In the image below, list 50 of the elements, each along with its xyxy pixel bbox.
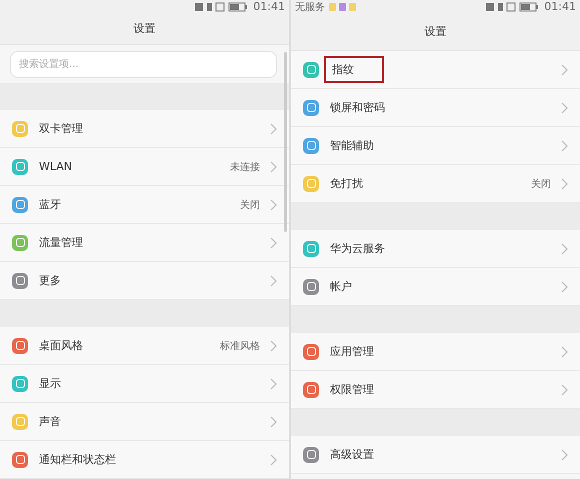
item-label: 蓝牙: [38, 197, 62, 213]
search-field[interactable]: 搜索设置项...: [10, 51, 277, 78]
chevron-icon: [270, 198, 277, 210]
item-value: 关闭: [240, 198, 260, 212]
chevron-icon: [270, 274, 277, 286]
item-label: WLAN: [38, 159, 74, 175]
item-label: 华为云服务: [329, 241, 386, 257]
chevron-icon: [270, 122, 277, 134]
chevron-icon: [270, 340, 277, 352]
item-label: 流量管理: [38, 235, 84, 251]
carrier-text: 无服务: [295, 0, 325, 14]
chevron-icon: [561, 64, 568, 76]
item-label: 显示: [38, 376, 62, 392]
chevron-icon: [270, 416, 277, 428]
item-label: 应用管理: [329, 344, 375, 360]
item-label: 高级设置: [329, 447, 375, 463]
item-label: 双卡管理: [38, 121, 84, 137]
item-label: 桌面风格: [38, 338, 84, 354]
item-value: 未连接: [230, 160, 260, 174]
chevron-icon: [270, 454, 277, 466]
item-label: 帐户: [329, 279, 353, 295]
chevron-icon: [561, 178, 568, 190]
chevron-icon: [561, 384, 568, 396]
chevron-icon: [561, 140, 568, 152]
chevron-icon: [561, 280, 568, 292]
page-title: 设置: [0, 13, 289, 45]
chevron-icon: [561, 346, 568, 358]
item-label: 智能辅助: [329, 138, 375, 154]
item-label: 更多: [38, 273, 62, 289]
item-label: 免打扰: [329, 176, 364, 192]
chevron-icon: [270, 378, 277, 390]
chevron-icon: [561, 242, 568, 254]
highlighted-label: 指纹: [324, 56, 384, 83]
clock-text: 01:41: [253, 0, 285, 13]
chevron-icon: [270, 236, 277, 248]
sim-icons: [329, 2, 356, 10]
page-title: 设置: [291, 13, 580, 51]
chevron-icon: [270, 160, 277, 172]
item-label: 通知栏和状态栏: [38, 452, 117, 468]
item-label: 锁屏和密码: [329, 100, 386, 116]
chevron-icon: [561, 102, 568, 114]
status-icons: [195, 2, 250, 12]
item-value: 标准风格: [220, 340, 260, 352]
item-value: 关闭: [531, 178, 551, 190]
item-label: 声音: [38, 414, 62, 430]
scrollbar[interactable]: [284, 52, 287, 232]
clock-text: 01:41: [544, 0, 576, 13]
item-label: 权限管理: [329, 382, 375, 398]
status-icons: [486, 2, 540, 12]
chevron-icon: [561, 448, 568, 460]
